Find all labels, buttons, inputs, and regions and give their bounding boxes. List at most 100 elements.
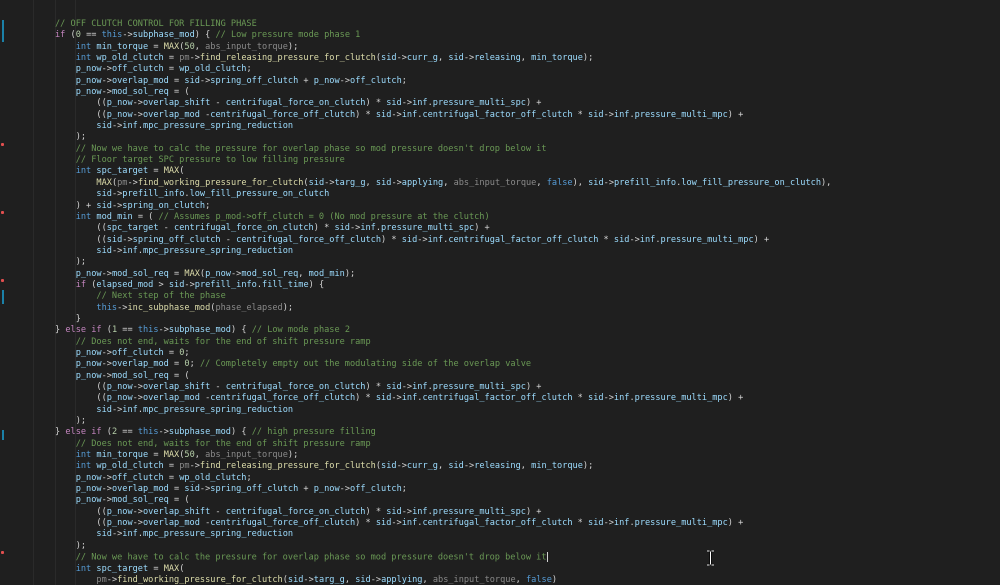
code-token: inf: [401, 518, 418, 529]
code-token: ->: [101, 347, 112, 358]
code-line[interactable]: );: [55, 416, 831, 427]
code-token: p_now: [106, 506, 133, 517]
code-line[interactable]: ((p_now->overlap_mod -centrifugal_force_…: [55, 110, 831, 121]
code-token: // Now we have to calc the pressure for …: [75, 143, 547, 154]
code-line[interactable]: if (elapsed_mod > sid->prefill_info.fill…: [55, 280, 831, 291]
code-token: (: [179, 166, 185, 177]
code-line[interactable]: p_now->mod_sol_req = (: [55, 495, 831, 506]
code-line[interactable]: int wp_old_clutch = pm->find_releasing_p…: [55, 461, 831, 472]
code-line[interactable]: if (0 == this->subphase_mod) { // Low pr…: [55, 30, 831, 41]
code-token: sid: [588, 518, 604, 529]
code-line[interactable]: } else if (2 == this->subphase_mod) { //…: [55, 427, 831, 438]
code-token: // Now we have to calc the pressure for …: [75, 552, 547, 563]
code-line[interactable]: );: [55, 257, 831, 268]
code-line[interactable]: int min_torque = MAX(50, abs_input_torqu…: [55, 42, 831, 53]
code-token: =: [148, 166, 164, 177]
code-line[interactable]: sid->inf.mpc_pressure_spring_reduction: [55, 529, 831, 540]
code-line[interactable]: int spc_target = MAX(: [55, 166, 831, 177]
code-line[interactable]: p_now->mod_sol_req = MAX(p_now->mod_sol_…: [55, 269, 831, 280]
code-token: ->: [417, 234, 428, 245]
code-line[interactable]: int wp_old_clutch = pm->find_releasing_p…: [55, 53, 831, 64]
code-line[interactable]: // Does not end, waits for the end of sh…: [55, 337, 831, 348]
code-line[interactable]: int min_torque = MAX(50, abs_input_torqu…: [55, 450, 831, 461]
code-line[interactable]: p_now->overlap_mod = sid->spring_off_clu…: [55, 76, 831, 87]
code-line[interactable]: ((spc_target - centrifugal_force_on_clut…: [55, 223, 831, 234]
code-token: abs_input_torque: [453, 177, 537, 188]
code-token: elapsed_mod: [96, 279, 154, 290]
code-line[interactable]: ((p_now->overlap_mod -centrifugal_force_…: [55, 518, 831, 529]
code-line[interactable]: // Floor target SPC pressure to low fill…: [55, 155, 831, 166]
code-token: mod_sol_req: [111, 370, 169, 381]
code-token: ,: [365, 177, 376, 188]
code-token: spc_target: [91, 166, 149, 177]
code-token: p_now: [75, 484, 102, 495]
code-token: prefill_info: [614, 177, 677, 188]
code-line[interactable]: ((p_now->overlap_mod -centrifugal_force_…: [55, 393, 831, 404]
code-token: ((: [55, 506, 107, 517]
code-line[interactable]: p_now->off_clutch = wp_old_clutch;: [55, 64, 831, 75]
code-line[interactable]: ) + sid->spring_on_clutch;: [55, 201, 831, 212]
code-line[interactable]: ((sid->spring_off_clutch - centrifugal_f…: [55, 235, 831, 246]
code-token: -: [220, 234, 237, 245]
code-token: ) +: [525, 382, 542, 392]
code-line[interactable]: ((p_now->overlap_shift - centrifugal_for…: [55, 382, 831, 393]
code-line[interactable]: ((p_now->overlap_shift - centrifugal_for…: [55, 507, 831, 518]
code-line[interactable]: p_now->off_clutch = 0;: [55, 348, 831, 359]
code-token: inf: [427, 234, 444, 245]
code-line[interactable]: // Now we have to calc the pressure for …: [55, 144, 831, 155]
code-token: p_now: [75, 64, 102, 75]
code-token: this: [137, 325, 159, 336]
code-token: ->: [391, 177, 402, 188]
code-token: mpc_pressure_spring_reduction: [143, 121, 294, 132]
code-line[interactable]: MAX(pm->find_working_pressure_for_clutch…: [55, 178, 831, 189]
code-token: else if: [65, 427, 102, 438]
code-token: p_now: [106, 393, 133, 404]
gutter-change-dot: [1, 551, 4, 554]
code-token: sid: [588, 393, 604, 404]
code-token: ==: [117, 325, 138, 336]
code-line[interactable]: sid->prefill_info.low_fill_pressure_on_c…: [55, 189, 831, 200]
code-token: ->: [111, 121, 123, 132]
code-line[interactable]: sid->inf.mpc_pressure_spring_reduction: [55, 121, 831, 132]
code-line[interactable]: p_now->overlap_mod = sid->spring_off_clu…: [55, 484, 831, 495]
code-token: centrifugal_force_off_clutch: [210, 518, 356, 529]
code-token: ;: [401, 484, 407, 495]
code-line[interactable]: );: [55, 132, 831, 143]
code-token: min_torque: [531, 461, 583, 472]
code-line[interactable]: p_now->off_clutch = wp_old_clutch;: [55, 473, 831, 484]
code-token: ,: [443, 177, 454, 188]
code-line[interactable]: } else if (1 == this->subphase_mod) { //…: [55, 325, 831, 336]
code-line[interactable]: // Next step of the phase: [55, 291, 831, 302]
code-line[interactable]: // OFF CLUTCH CONTROL FOR FILLING PHASE: [55, 19, 831, 30]
code-line[interactable]: sid->inf.mpc_pressure_spring_reduction: [55, 405, 831, 416]
code-line[interactable]: p_now->mod_sol_req = (: [55, 371, 831, 382]
code-token: int: [75, 41, 92, 52]
code-line[interactable]: int mod_min = ( // Assumes p_mod->off_cl…: [55, 212, 831, 223]
code-token: ,: [344, 574, 356, 585]
code-line[interactable]: ((p_now->overlap_shift - centrifugal_for…: [55, 98, 831, 109]
code-token: ->: [324, 177, 335, 188]
code-line[interactable]: p_now->mod_sol_req = (: [55, 87, 831, 98]
code-line[interactable]: pm->find_working_pressure_for_clutch(sid…: [55, 575, 831, 585]
code-token: p_now: [75, 268, 102, 279]
code-token: ->: [629, 234, 640, 245]
code-line[interactable]: // Does not end, waits for the end of sh…: [55, 439, 831, 450]
code-line[interactable]: sid->inf.mpc_pressure_spring_reduction: [55, 246, 831, 257]
code-token: ->: [101, 87, 112, 98]
code-line[interactable]: }: [55, 314, 831, 325]
code-token: );: [55, 416, 87, 427]
code-editor[interactable]: // OFF CLUTCH CONTROL FOR FILLING PHASE i…: [0, 0, 1000, 585]
code-token: );: [582, 461, 594, 472]
code-token: MAX: [163, 450, 180, 461]
code-token: ->: [603, 518, 614, 529]
code-token: ) +: [474, 223, 490, 234]
code-line[interactable]: this->inc_subphase_mod(phase_elapsed);: [55, 303, 831, 314]
code-token: ->: [463, 53, 475, 64]
code-token: ->: [189, 461, 200, 472]
code-line[interactable]: p_now->overlap_mod = 0; // Completely em…: [55, 359, 831, 370]
code-text-area[interactable]: // OFF CLUTCH CONTROL FOR FILLING PHASE i…: [55, 19, 831, 585]
